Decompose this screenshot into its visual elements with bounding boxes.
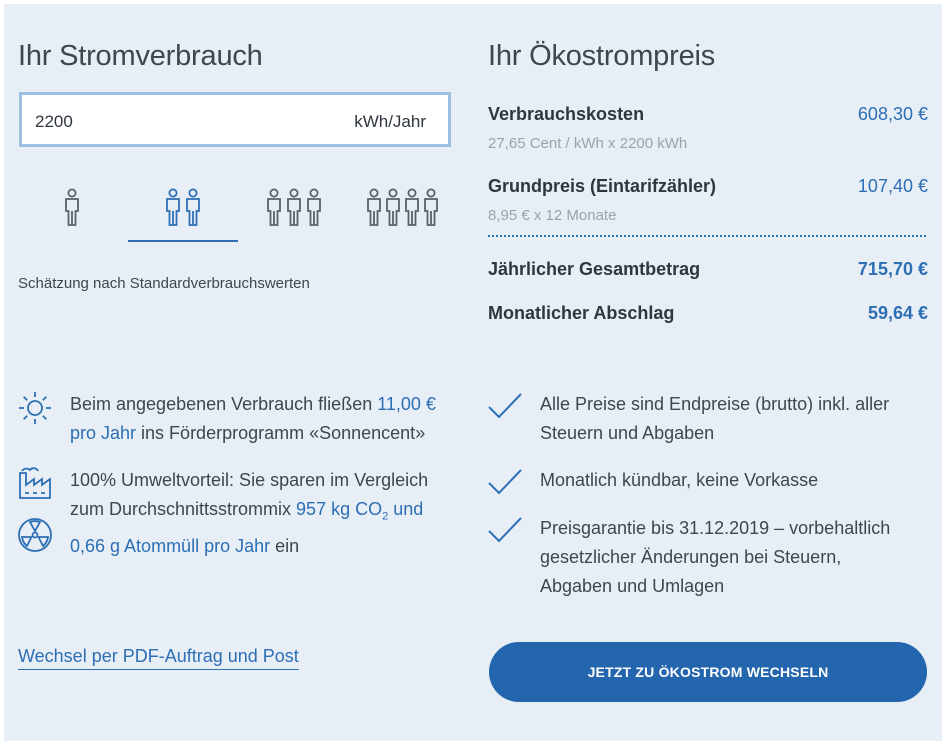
consumption-value[interactable]: 2200 [35,112,73,132]
consumption-cost-detail: 27,65 Cent / kWh x 2200 kWh [488,135,688,152]
consumption-cost-label: Verbrauchskosten [488,104,645,124]
environment-info: 100% Umweltvorteil: Sie sparen im Vergle… [70,466,470,561]
checkmark-icon [488,393,522,419]
household-selection-indicator [128,240,238,242]
consumption-title: Ihr Stromverbrauch [18,40,263,72]
monthly-payment-label: Monatlicher Abschlag [488,303,675,323]
person-icon [166,188,200,226]
environment-text-1: 100% Umweltvorteil: Sie sparen im Vergle… [70,470,429,490]
sonnencent-info: Beim angegebenen Verbrauch fließen 11,00… [70,390,460,448]
factory-icon [19,467,51,499]
monthly-payment-value: 59,64 € [867,303,928,323]
nuclear-waste-savings-link[interactable]: 0,66 g Atommüll pro Jahr [70,536,270,556]
household-2-person-button[interactable] [140,188,226,242]
annual-total-value: 715,70 € [857,259,928,279]
radiation-icon [18,518,52,552]
person-icon [65,188,79,226]
person-icon [267,188,321,226]
co2-savings-link[interactable]: 957 kg CO2 und [296,499,423,523]
sonnencent-text: Beim angegebenen Verbrauch fließen [70,394,378,414]
sonnencent-text-end: ins Förderprogramm «Sonnencent» [136,423,426,443]
pdf-order-link[interactable]: Wechsel per PDF-Auftrag und Post [18,646,299,670]
base-price-detail: 8,95 € x 12 Monate [488,207,617,224]
base-price-label: Grundpreis (Eintarifzähler) [488,176,717,196]
sonnencent-amount-link[interactable]: 11,00 € [377,394,436,414]
checkmark-icon [488,517,522,543]
sonnencent-period-link[interactable]: pro Jahr [70,423,136,443]
environment-text-2: zum Durchschnittsstrommix [70,499,297,519]
person-icon [367,188,438,226]
environment-text-end: ein [270,535,300,556]
price-title: Ihr Ökostrompreis [488,40,716,72]
checkmark-icon [488,469,522,495]
base-price-value: 107,40 € [857,176,928,196]
household-4-person-button[interactable] [360,188,446,242]
check-item-price-guarantee: Preisgarantie bis 31.12.2019 – vorbehalt… [540,518,891,596]
household-1-person-button[interactable] [42,188,102,242]
sun-icon [19,392,51,424]
divider [488,235,926,237]
switch-to-green-power-button[interactable]: JETZT ZU ÖKOSTROM WECHSELN [489,642,927,702]
consumption-unit: kWh/Jahr [354,112,426,131]
annual-total-label: Jährlicher Gesamtbetrag [488,259,701,279]
household-3-person-button[interactable] [256,188,332,242]
consumption-cost-value: 608,30 € [857,104,928,124]
check-item-cancellation: Monatlich kündbar, keine Vorkasse [540,470,819,490]
estimate-note: Schätzung nach Standardverbrauchswerten [18,275,310,292]
check-item-prices: Alle Preise sind Endpreise (brutto) inkl… [540,394,890,443]
consumption-input[interactable]: 2200 kWh/Jahr [19,92,451,147]
